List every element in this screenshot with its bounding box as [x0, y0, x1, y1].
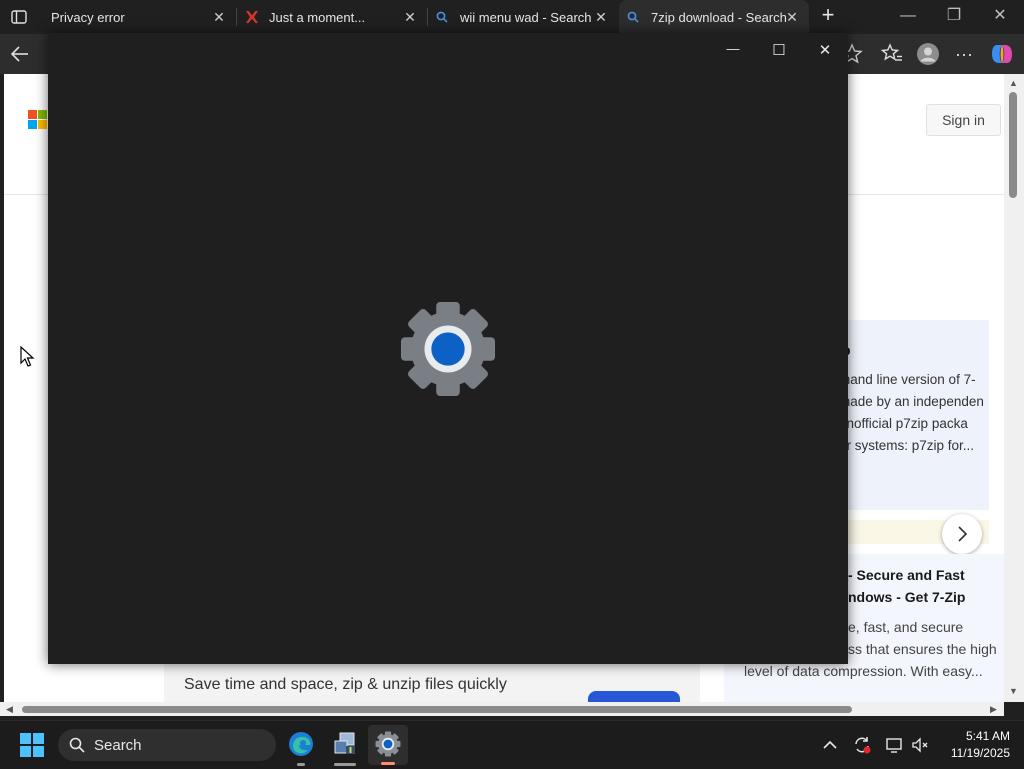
- search-icon: [436, 11, 448, 23]
- app-active-indicator: [334, 763, 356, 766]
- tab-title: Just a moment...: [269, 9, 366, 25]
- tab-title: Privacy error: [51, 9, 125, 25]
- tab-title: 7zip download - Search: [651, 9, 787, 25]
- card-line: made by an independen: [839, 394, 984, 409]
- taskbar-search[interactable]: Search: [58, 729, 276, 761]
- x-logo-icon: [246, 11, 258, 23]
- settings-active-indicator: [381, 762, 395, 765]
- settings-gear-icon: [400, 301, 496, 397]
- more-icon[interactable]: ···: [952, 42, 976, 66]
- back-arrow-icon[interactable]: [8, 42, 32, 66]
- maximize-icon[interactable]: ☐: [769, 41, 789, 59]
- microsoft-logo-icon[interactable]: [28, 110, 48, 130]
- tab-close-icon[interactable]: ✕: [403, 9, 417, 25]
- chevron-right-icon: [958, 526, 968, 542]
- sign-in-button[interactable]: Sign in: [926, 104, 1001, 136]
- card-line: mand line version of 7-: [839, 372, 976, 387]
- tab-title: wii menu wad - Search: [460, 9, 592, 25]
- tab-close-icon[interactable]: ✕: [212, 9, 226, 25]
- edge-active-indicator: [297, 763, 305, 766]
- favorites-icon[interactable]: [880, 42, 904, 66]
- scroll-left-icon[interactable]: ◀: [6, 704, 13, 714]
- taskbar: Search 5:41 AM 11/19/2025: [0, 720, 1024, 769]
- vertical-scroll-thumb[interactable]: [1009, 92, 1017, 198]
- card-line: ss that ensures the high: [848, 641, 997, 657]
- card-line: unofficial p7zip packa: [839, 416, 968, 431]
- search-icon: [627, 11, 639, 23]
- card-line: e, fast, and secure: [848, 619, 964, 635]
- volume-muted-icon[interactable]: [910, 735, 930, 755]
- scroll-down-icon[interactable]: ▼: [1009, 686, 1018, 696]
- settings-taskbar-button[interactable]: [368, 725, 408, 765]
- vertical-scrollbar[interactable]: ▲ ▼: [1004, 74, 1024, 702]
- edge-icon[interactable]: [288, 731, 314, 757]
- copilot-icon[interactable]: [990, 42, 1014, 66]
- minimize-icon[interactable]: —: [723, 41, 743, 59]
- new-tab-icon[interactable]: +: [817, 4, 839, 27]
- horizontal-scroll-thumb[interactable]: [22, 706, 852, 713]
- horizontal-scrollbar[interactable]: ◀ ▶: [0, 702, 1004, 716]
- carousel-next-button[interactable]: [942, 514, 982, 554]
- settings-window[interactable]: — ☐ ✕: [48, 33, 848, 664]
- search-label: Search: [94, 737, 142, 754]
- sync-icon[interactable]: [852, 735, 872, 755]
- settings-icon: [375, 731, 401, 757]
- tab-close-icon[interactable]: ✕: [594, 9, 608, 25]
- start-icon[interactable]: [20, 733, 44, 757]
- scroll-up-icon[interactable]: ▲: [1009, 78, 1018, 88]
- promo-button[interactable]: [588, 691, 680, 702]
- network-icon[interactable]: [884, 735, 904, 755]
- clock-date[interactable]: 11/19/2025: [934, 746, 1010, 760]
- tab-strip: Privacy error ✕ Just a moment... ✕ wii m…: [0, 0, 1024, 34]
- tab-7zip-download-search[interactable]: 7zip download - Search ✕: [619, 0, 809, 34]
- minimize-icon[interactable]: —: [898, 8, 918, 26]
- close-icon[interactable]: ✕: [990, 8, 1010, 26]
- app-installer-icon[interactable]: [332, 731, 358, 757]
- tab-wii-menu-search[interactable]: wii menu wad - Search ✕: [428, 0, 618, 34]
- scroll-right-icon[interactable]: ▶: [990, 704, 997, 714]
- card-title[interactable]: - Secure and Fast: [848, 567, 965, 583]
- close-icon[interactable]: ✕: [815, 41, 835, 59]
- promo-card[interactable]: Save time and space, zip & unzip files q…: [164, 660, 700, 702]
- restore-icon[interactable]: ❐: [944, 8, 964, 26]
- card-title[interactable]: ndows - Get 7-Zip: [848, 589, 965, 605]
- profile-icon[interactable]: [916, 42, 940, 66]
- tab-close-icon[interactable]: ✕: [785, 9, 799, 25]
- mouse-cursor-icon: [20, 346, 35, 367]
- tab-just-a-moment[interactable]: Just a moment... ✕: [237, 0, 427, 34]
- result-card[interactable]: p mand line version of 7- made by an ind…: [839, 320, 989, 510]
- tab-actions-icon[interactable]: [10, 8, 28, 26]
- card-line: level of data compression. With easy...: [744, 663, 983, 679]
- clock-time[interactable]: 5:41 AM: [950, 729, 1010, 743]
- chevron-up-icon[interactable]: [820, 735, 840, 755]
- tab-privacy-error[interactable]: Privacy error ✕: [44, 0, 236, 34]
- search-icon: [69, 737, 85, 753]
- card-line: er systems: p7zip for...: [839, 438, 975, 453]
- promo-text: Save time and space, zip & unzip files q…: [184, 676, 507, 693]
